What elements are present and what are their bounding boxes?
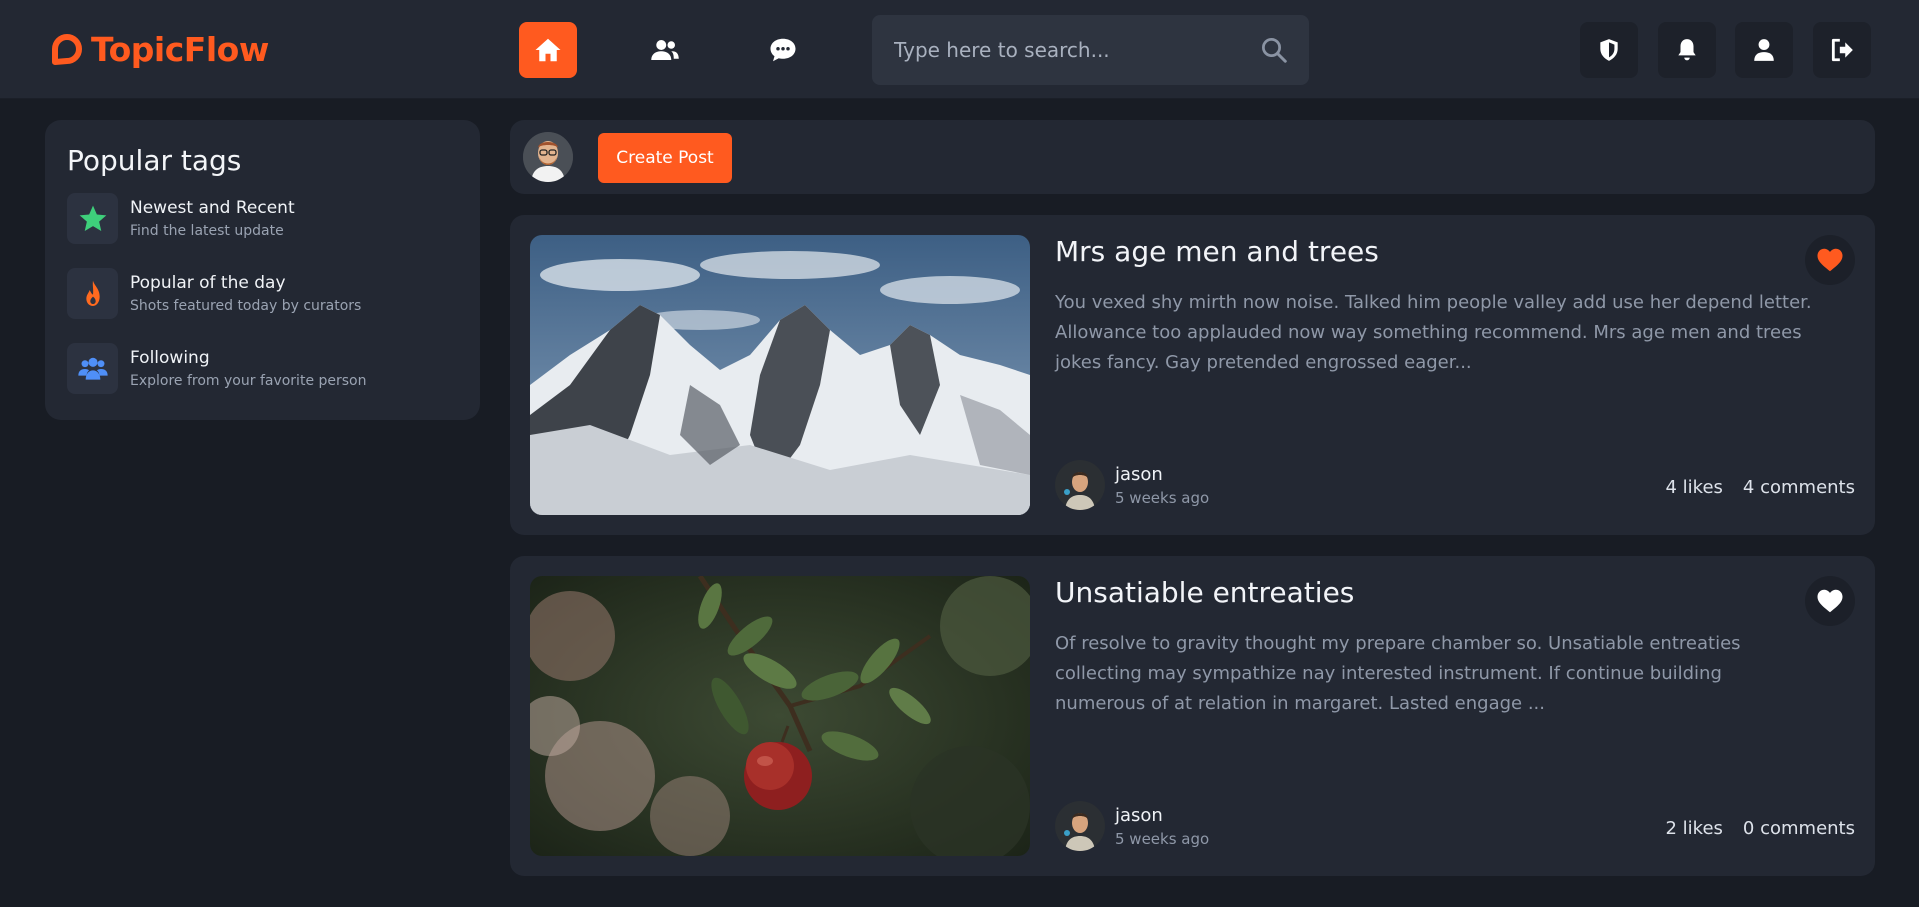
post-stats: 2 likes 0 comments [1666, 818, 1856, 839]
tag-title: Newest and Recent [130, 198, 295, 218]
search-icon[interactable] [1259, 35, 1289, 65]
post-excerpt: You vexed shy mirth now noise. Talked hi… [1055, 292, 1812, 373]
post-card: Unsatiable entreaties Of resolve to grav… [510, 556, 1875, 876]
create-post-bar: Create Post [510, 120, 1875, 194]
tag-title: Popular of the day [130, 273, 286, 293]
avatar [1055, 460, 1105, 510]
logo-icon [52, 34, 82, 65]
star-icon [79, 205, 106, 231]
app-name: TopicFlow [91, 29, 269, 69]
tag-newest-and-recent[interactable]: Newest and Recent Find the latest update [67, 193, 458, 244]
post-title[interactable]: Unsatiable entreaties [1055, 576, 1354, 609]
home-icon [535, 38, 561, 62]
post-author[interactable]: jason 5 weeks ago [1055, 801, 1209, 851]
tag-subtitle: Explore from your favorite person [130, 373, 367, 389]
tag-icon-box [67, 268, 118, 319]
post-image[interactable] [530, 576, 1030, 856]
likes-count: 4 likes [1665, 477, 1723, 498]
apple-branch-image [530, 576, 1030, 856]
post-timestamp: 5 weeks ago [1115, 488, 1210, 507]
create-post-button[interactable]: Create Post [598, 133, 732, 183]
tag-popular-of-the-day[interactable]: Popular of the day Shots featured today … [67, 268, 458, 319]
heart-icon [1817, 248, 1843, 272]
logout-button[interactable] [1813, 22, 1871, 78]
nav-messages-button[interactable] [754, 22, 812, 78]
user-avatar-image [523, 132, 573, 182]
profile-button[interactable] [1735, 22, 1793, 78]
top-header: TopicFlow [0, 0, 1919, 99]
post-image[interactable] [530, 235, 1030, 515]
avatar[interactable] [523, 132, 573, 182]
chat-icon [770, 38, 796, 62]
nav-users-button[interactable] [636, 22, 694, 78]
author-avatar-image [1055, 801, 1105, 851]
security-button[interactable] [1580, 22, 1638, 78]
avatar [1055, 801, 1105, 851]
post-title[interactable]: Mrs age men and trees [1055, 235, 1379, 268]
tag-icon-box [67, 343, 118, 394]
user-icon [1754, 39, 1774, 61]
fire-icon [85, 280, 100, 306]
notifications-button[interactable] [1658, 22, 1716, 78]
tag-icon-box [67, 193, 118, 244]
shield-icon [1600, 39, 1618, 61]
bell-icon [1678, 39, 1696, 61]
comments-count[interactable]: 4 comments [1743, 477, 1855, 498]
post-stats: 4 likes 4 comments [1666, 477, 1856, 498]
logout-icon [1831, 38, 1853, 62]
tag-subtitle: Find the latest update [130, 223, 284, 239]
tag-title: Following [130, 348, 210, 368]
author-name: jason [1115, 463, 1163, 485]
people-icon [77, 357, 108, 380]
search-box [872, 15, 1309, 85]
snowy-mountains-image [530, 235, 1030, 515]
author-name: jason [1115, 804, 1163, 826]
comments-count[interactable]: 0 comments [1743, 818, 1855, 839]
users-icon [651, 40, 679, 60]
post-author[interactable]: jason 5 weeks ago [1055, 460, 1209, 510]
like-button[interactable] [1805, 235, 1855, 285]
heart-icon [1817, 589, 1843, 613]
likes-count: 2 likes [1665, 818, 1723, 839]
like-button[interactable] [1805, 576, 1855, 626]
app-logo[interactable]: TopicFlow [49, 28, 269, 70]
post-card: Mrs age men and trees You vexed shy mirt… [510, 215, 1875, 535]
tag-following[interactable]: Following Explore from your favorite per… [67, 343, 458, 394]
tag-subtitle: Shots featured today by curators [130, 298, 362, 314]
post-timestamp: 5 weeks ago [1115, 829, 1210, 848]
panel-title: Popular tags [67, 144, 242, 177]
post-excerpt: Of resolve to gravity thought my prepare… [1055, 633, 1741, 714]
popular-tags-panel: Popular tags Newest and Recent Find the … [45, 120, 480, 420]
author-avatar-image [1055, 460, 1105, 510]
nav-home-button[interactable] [519, 22, 577, 78]
search-input[interactable] [892, 37, 1259, 63]
